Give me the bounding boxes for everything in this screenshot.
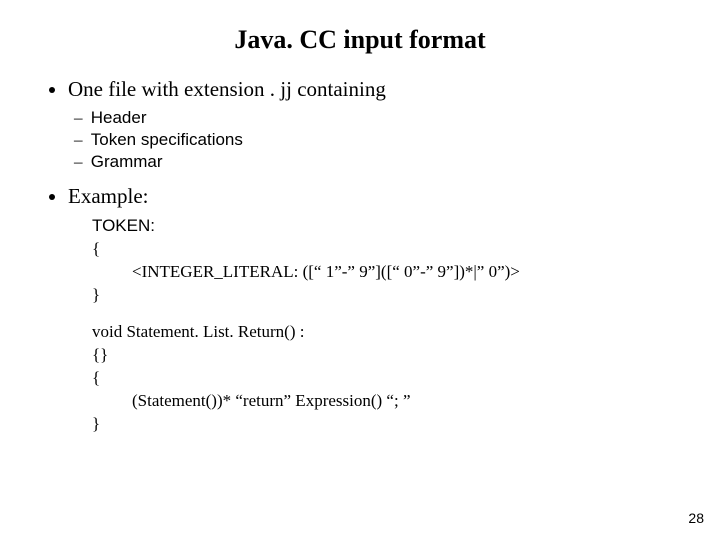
- example-void-line: void Statement. List. Return() :: [92, 321, 680, 344]
- page-number: 28: [688, 510, 704, 526]
- example-token-kw: TOKEN:: [92, 215, 680, 238]
- bullet-example: Example: TOKEN: { <INTEGER_LITERAL: ([“ …: [68, 184, 680, 435]
- example-open-brace-2: {: [92, 367, 680, 390]
- bullet-intro: One file with extension . jj containing …: [68, 77, 680, 172]
- bullet-example-label: Example:: [68, 184, 148, 208]
- example-empty-braces: {}: [92, 344, 680, 367]
- bullet-intro-text: One file with extension . jj containing: [68, 77, 386, 101]
- example-close-brace: }: [92, 284, 680, 307]
- example-open-brace: {: [92, 238, 680, 261]
- subbullet-header: Header: [92, 108, 680, 128]
- example-integer-literal: <INTEGER_LITERAL: ([“ 1”-” 9”]([“ 0”-” 9…: [92, 261, 680, 284]
- example-statement-line: (Statement())* “return” Expression() “; …: [92, 390, 680, 413]
- example-close-brace-2: }: [92, 413, 680, 436]
- subbullet-token-spec: Token specifications: [92, 130, 680, 150]
- subbullet-grammar: Grammar: [92, 152, 680, 172]
- slide-title: Java. CC input format: [40, 25, 680, 55]
